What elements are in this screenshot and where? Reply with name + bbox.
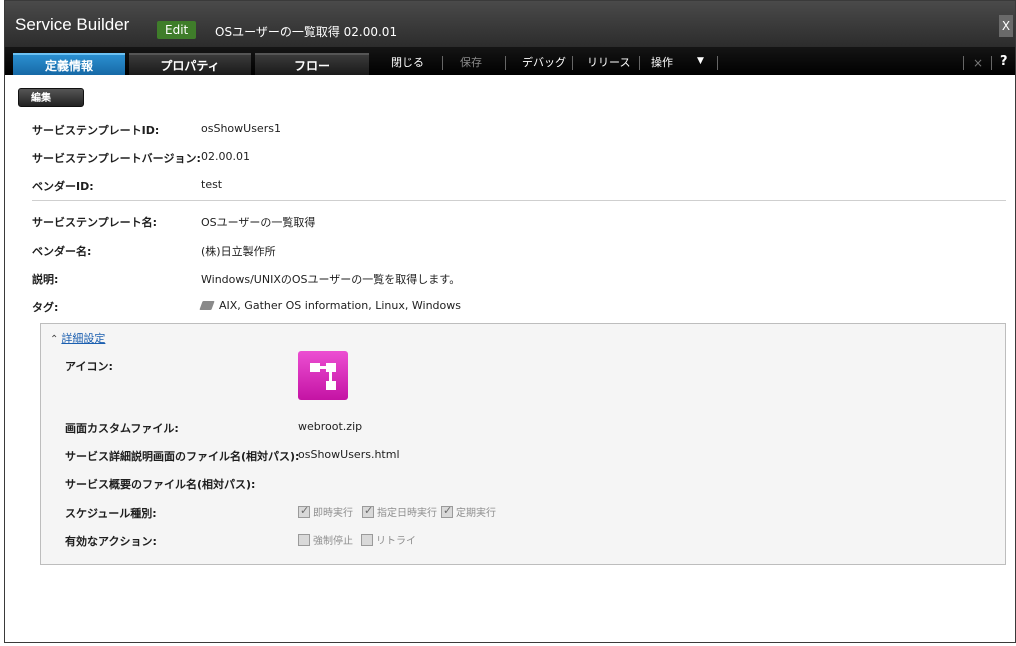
template-version-label: サービステンプレートバージョン: <box>32 152 201 165</box>
description-value: Windows/UNIXのOSユーザーの一覧を取得します。 <box>201 273 461 286</box>
tools-icon[interactable]: × <box>973 56 983 70</box>
vendor-id-label: ベンダーID: <box>32 180 94 193</box>
tags-value: AIX, Gather OS information, Linux, Windo… <box>199 299 461 312</box>
action-force-stop-checkbox[interactable]: 強制停止 <box>298 532 353 547</box>
service-template-icon <box>298 351 348 400</box>
toolbar-separator <box>442 56 443 70</box>
valid-actions-label: 有効なアクション: <box>65 535 157 548</box>
template-name-label: サービステンプレート名: <box>32 216 158 229</box>
schedule-type-label: スケジュール種別: <box>65 507 157 520</box>
toolbar-separator <box>717 56 718 70</box>
edit-button[interactable]: 編集 <box>18 88 84 107</box>
summary-file-label: サービス概要のファイル名(相対パス): <box>65 478 256 491</box>
template-version-value: 02.00.01 <box>201 150 250 163</box>
tags-label: タグ: <box>32 301 59 314</box>
tab-definition-info[interactable]: 定義情報 <box>13 53 125 75</box>
template-id-value: osShowUsers1 <box>201 122 281 135</box>
detail-settings-panel: ⌃ 詳細設定 アイコン: 画面カスタムファイル: webroot.zip サービス… <box>40 323 1006 565</box>
chevron-down-icon[interactable]: ▼ <box>697 56 704 66</box>
detail-screen-file-label: サービス詳細説明画面のファイル名(相対パス): <box>65 450 300 463</box>
vendor-name-label: ベンダー名: <box>32 245 92 258</box>
save-button[interactable]: 保存 <box>460 54 482 70</box>
detail-settings-toggle[interactable]: ⌃ 詳細設定 <box>50 330 105 346</box>
tab-flow[interactable]: フロー <box>255 53 369 75</box>
schedule-periodic-checkbox[interactable]: 定期実行 <box>441 504 496 519</box>
operation-menu[interactable]: 操作 <box>651 54 673 70</box>
template-name-value: OSユーザーの一覧取得 <box>201 216 316 229</box>
action-retry-checkbox[interactable]: リトライ <box>361 532 416 547</box>
template-id-label: サービステンプレートID: <box>32 124 160 137</box>
tab-properties[interactable]: プロパティ <box>129 53 251 75</box>
vendor-name-value: (株)日立製作所 <box>201 245 276 258</box>
screen-custom-file-value: webroot.zip <box>298 420 363 433</box>
title-bar: Service Builder Edit OSユーザーの一覧取得 02.00.0… <box>5 1 1015 47</box>
tags-text: AIX, Gather OS information, Linux, Windo… <box>219 299 461 312</box>
service-builder-window: Service Builder Edit OSユーザーの一覧取得 02.00.0… <box>4 0 1016 643</box>
tag-icon <box>199 301 215 310</box>
schedule-immediate-checkbox[interactable]: 即時実行 <box>298 504 353 519</box>
toolbar-separator <box>991 56 992 70</box>
window-close-icon[interactable]: X <box>999 15 1013 37</box>
vendor-id-value: test <box>201 178 223 191</box>
document-title: OSユーザーの一覧取得 02.00.01 <box>215 25 398 39</box>
app-title: Service Builder <box>15 15 130 34</box>
close-button[interactable]: 閉じる <box>391 54 424 70</box>
edit-mode-badge: Edit <box>157 21 197 39</box>
help-icon[interactable]: ? <box>1000 54 1008 69</box>
toolbar-separator <box>963 56 964 70</box>
chevron-up-icon: ⌃ <box>50 334 59 345</box>
debug-button[interactable]: デバッグ <box>522 54 566 70</box>
toolbar-separator <box>572 56 573 70</box>
tab-bar: 定義情報 プロパティ フロー 閉じる 保存 デバッグ リリース 操作 ▼ × ? <box>5 47 1015 75</box>
description-label: 説明: <box>32 273 59 286</box>
detail-screen-file-value: osShowUsers.html <box>298 448 400 461</box>
schedule-datetime-checkbox[interactable]: 指定日時実行 <box>362 504 437 519</box>
icon-label: アイコン: <box>65 360 113 373</box>
toolbar-separator <box>505 56 506 70</box>
toolbar-separator <box>639 56 640 70</box>
detail-settings-toggle-label[interactable]: 詳細設定 <box>61 332 105 345</box>
release-button[interactable]: リリース <box>587 54 630 70</box>
screen-custom-file-label: 画面カスタムファイル: <box>65 422 179 435</box>
section-divider <box>32 200 1006 201</box>
